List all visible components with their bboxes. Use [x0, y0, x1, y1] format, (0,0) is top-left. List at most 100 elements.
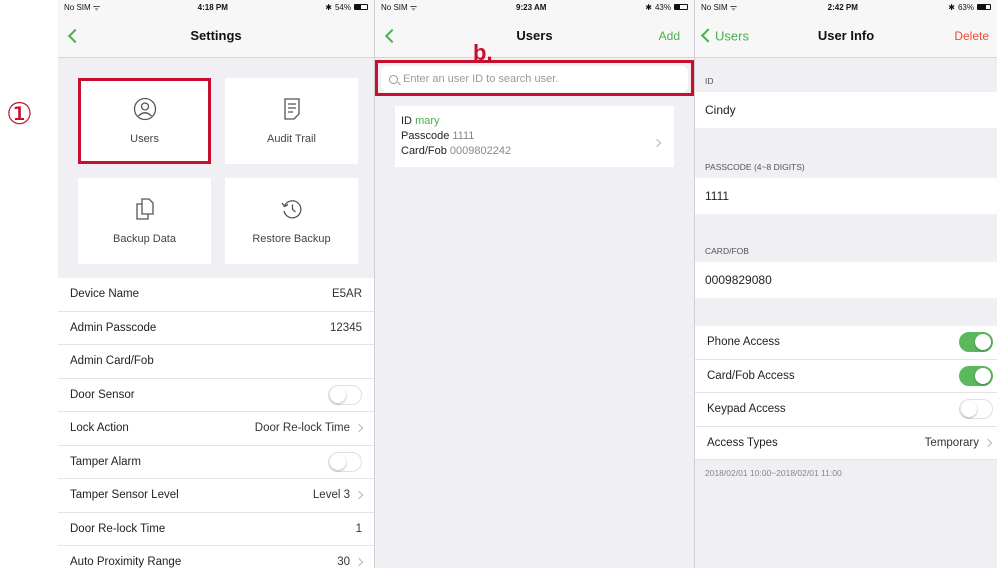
row-label: Phone Access — [707, 336, 780, 349]
chevron-right-icon — [983, 438, 993, 447]
row-tamper-sensor-level[interactable]: Tamper Sensor Level Level 3 — [58, 479, 374, 513]
users-tile[interactable]: Users — [78, 78, 211, 164]
restore-backup-tile-label: Restore Backup — [252, 233, 331, 245]
id-field[interactable]: Cindy — [695, 92, 997, 128]
page-title: Settings — [190, 28, 242, 43]
chevron-left-icon — [700, 28, 716, 43]
bluetooth-icon: ✱ — [325, 2, 332, 12]
passcode-header: PASSCODE (4~8 DIGITS) — [705, 162, 805, 172]
row-value: Door Re-lock Time — [254, 422, 350, 435]
door-sensor-toggle[interactable] — [328, 384, 362, 405]
audit-trail-tile-label: Audit Trail — [267, 133, 316, 145]
chevron-right-icon — [354, 491, 364, 500]
back-button[interactable] — [384, 28, 400, 43]
settings-screen: No SIM ᯤ 4:18 PM ✱ 54% Settings Users Au… — [58, 0, 375, 568]
keypad-access-toggle[interactable] — [959, 399, 993, 420]
row-door-relock-time[interactable]: Door Re-lock Time 1 — [58, 513, 374, 546]
add-button[interactable]: Add — [659, 29, 680, 43]
row-value: Level 3 — [312, 489, 350, 502]
user-info-screen: No SIM ᯤ 2:42 PM ✱ 63% Users User Info D… — [695, 0, 997, 568]
row-admin-card-fob[interactable]: Admin Card/Fob — [58, 345, 374, 379]
row-admin-passcode[interactable]: Admin Passcode 12345 — [58, 312, 374, 345]
bluetooth-icon: ✱ — [645, 2, 652, 12]
row-label: Tamper Sensor Level — [70, 489, 179, 502]
delete-button[interactable]: Delete — [954, 29, 989, 43]
card-fob-access-toggle[interactable] — [959, 365, 993, 386]
row-label: Auto Proximity Range — [70, 556, 182, 568]
card-value: 0009802242 — [449, 145, 512, 157]
users-screen: No SIM ᯤ 9:23 AM ✱ 43% b. Users Add Ente… — [375, 0, 695, 568]
status-right: ✱ 63% — [948, 3, 991, 12]
audit-trail-tile[interactable]: Audit Trail — [225, 78, 358, 164]
back-button[interactable] — [67, 28, 83, 43]
backup-data-tile-label: Backup Data — [113, 233, 176, 245]
row-label: Admin Card/Fob — [70, 355, 154, 368]
battery-percent: 43% — [654, 2, 671, 12]
id-label: ID — [401, 115, 412, 127]
bluetooth-icon: ✱ — [948, 2, 955, 12]
chevron-left-icon — [384, 28, 400, 43]
row-phone-access: Phone Access — [695, 326, 997, 360]
row-value: 30 — [337, 556, 350, 568]
status-right: ✱ 43% — [645, 3, 688, 12]
passcode-field[interactable]: 1111 — [695, 178, 997, 214]
page: ① No SIM ᯤ 4:18 PM ✱ 54% Settings Users — [0, 0, 997, 568]
row-device-name[interactable]: Device Name E5AR — [58, 278, 374, 312]
carrier-text: No SIM ᯤ — [701, 2, 738, 12]
search-placeholder: Enter an user ID to search user. — [403, 73, 559, 85]
row-door-sensor: Door Sensor — [58, 379, 374, 412]
card-fob-header: CARD/FOB — [705, 246, 749, 256]
row-access-types[interactable]: Access Types Temporary — [695, 427, 997, 460]
row-label: Access Types — [707, 436, 778, 449]
passcode-label: Passcode — [401, 130, 450, 142]
passcode-value: 1111 — [452, 130, 475, 142]
nav-bar: Settings — [58, 14, 374, 58]
users-highlight-box — [78, 78, 211, 164]
access-list: Phone Access Card/Fob Access Keypad Acce… — [695, 326, 997, 460]
carrier-text: No SIM ᯤ — [381, 2, 418, 12]
id-value: mary — [415, 115, 440, 127]
row-label: Door Re-lock Time — [70, 522, 166, 535]
search-bar: Enter an user ID to search user. — [375, 58, 694, 98]
step-marker: ① — [6, 97, 33, 132]
tamper-alarm-toggle[interactable] — [328, 451, 362, 472]
id-header: ID — [705, 76, 714, 86]
restore-backup-tile[interactable]: Restore Backup — [225, 178, 358, 264]
backup-data-tile[interactable]: Backup Data — [78, 178, 211, 264]
search-icon — [389, 74, 398, 84]
card-label: Card/Fob — [401, 145, 447, 157]
chevron-right-icon — [354, 558, 364, 567]
row-card-fob-access: Card/Fob Access — [695, 360, 997, 393]
carrier-text: No SIM ᯤ — [64, 2, 101, 12]
status-bar: No SIM ᯤ 9:23 AM ✱ 43% — [375, 0, 694, 14]
search-input[interactable]: Enter an user ID to search user. — [381, 66, 688, 92]
row-label: Device Name — [70, 288, 140, 301]
battery-icon — [977, 4, 991, 10]
chevron-left-icon — [67, 28, 83, 43]
battery-percent: 54% — [334, 2, 351, 12]
row-lock-action[interactable]: Lock Action Door Re-lock Time — [58, 412, 374, 446]
clock: 4:18 PM — [197, 2, 228, 12]
row-value: Temporary — [924, 436, 979, 449]
document-icon — [283, 98, 300, 120]
card-fob-field[interactable]: 0009829080 — [695, 262, 997, 298]
back-label: Users — [715, 28, 749, 43]
user-icon — [133, 97, 156, 121]
clock: 9:23 AM — [516, 2, 547, 12]
history-icon — [280, 200, 301, 219]
page-title: Users — [516, 28, 553, 43]
status-bar: No SIM ᯤ 4:18 PM ✱ 54% — [58, 0, 374, 14]
page-title: User Info — [817, 28, 875, 43]
battery-percent: 63% — [957, 2, 974, 12]
chevron-right-icon — [354, 424, 364, 433]
row-keypad-access: Keypad Access — [695, 393, 997, 427]
user-card[interactable]: ID mary Passcode 1111 Card/Fob 000980224… — [395, 106, 674, 167]
battery-icon — [354, 4, 368, 10]
row-label: Card/Fob Access — [707, 369, 795, 382]
users-tile-label: Users — [130, 133, 159, 145]
row-auto-proximity-range[interactable]: Auto Proximity Range 30 — [58, 546, 374, 568]
nav-bar: Users User Info Delete — [695, 14, 997, 58]
row-label: Tamper Alarm — [70, 455, 141, 468]
phone-access-toggle[interactable] — [959, 332, 993, 353]
back-button[interactable]: Users — [700, 28, 749, 43]
